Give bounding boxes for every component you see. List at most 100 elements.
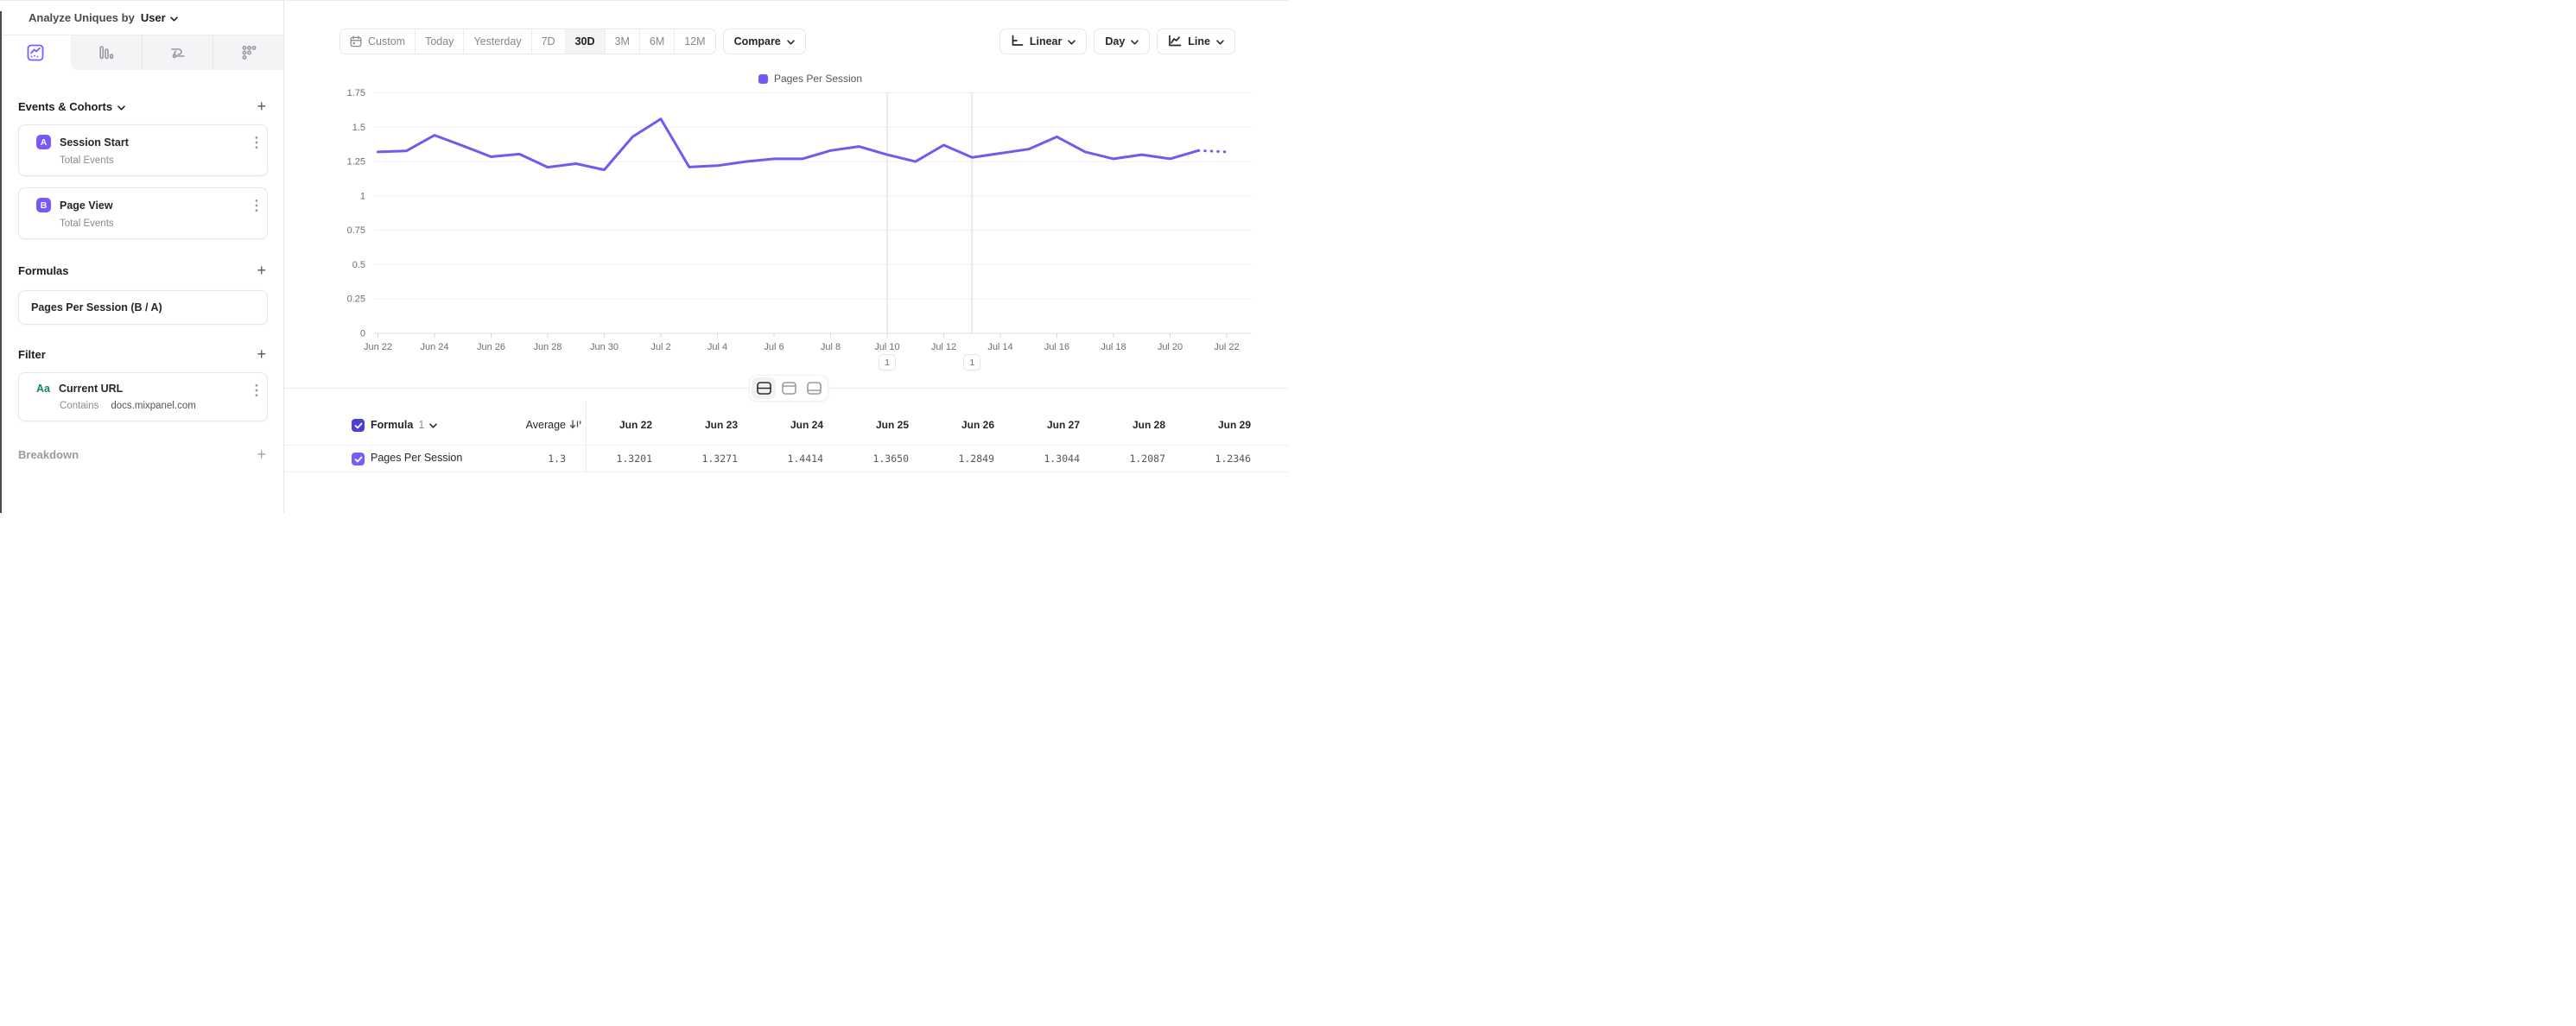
breakdown-title: Breakdown: [18, 448, 79, 461]
range-12m[interactable]: 12M: [674, 29, 714, 54]
event-card[interactable]: BPage ViewTotal Events: [18, 187, 268, 239]
average-column-header: Average: [445, 419, 566, 431]
svg-text:Jul 6: Jul 6: [764, 342, 784, 352]
range-custom[interactable]: Custom: [340, 29, 415, 54]
chart-toolbar: CustomTodayYesterday7D30D3M6M12M Compare…: [339, 28, 1235, 54]
svg-text:0: 0: [360, 329, 365, 339]
event-cards: ASession StartTotal EventsBPage ViewTota…: [18, 124, 268, 239]
date-column-header: Jun 29: [1165, 419, 1251, 431]
chart-canvas[interactable]: 00.250.50.7511.251.51.75Jun 22Jun 24Jun …: [284, 54, 1288, 388]
tab-flows[interactable]: [142, 35, 213, 70]
sidebar-body: Events & Cohorts + ASession StartTotal E…: [0, 98, 283, 462]
date-column-headers: Jun 22Jun 23Jun 24Jun 25Jun 26Jun 27Jun …: [567, 419, 1251, 431]
kebab-icon[interactable]: [255, 136, 258, 154]
compare-button[interactable]: Compare: [723, 28, 806, 54]
date-column-header: Jun 24: [738, 419, 823, 431]
add-event-button[interactable]: +: [255, 98, 268, 114]
kebab-icon[interactable]: [255, 199, 258, 217]
svg-text:Jun 22: Jun 22: [364, 342, 392, 352]
kebab-icon[interactable]: [255, 383, 258, 402]
svg-text:Jul 12: Jul 12: [931, 342, 956, 352]
chevron-down-icon: [170, 11, 178, 24]
date-column-values: 1.32011.32711.44141.36501.28491.30441.20…: [567, 453, 1251, 465]
tab-bar-chart[interactable]: [71, 35, 142, 70]
filter-property-name: Current URL: [59, 383, 123, 395]
range-30d[interactable]: 30D: [565, 29, 605, 54]
annotation-badge[interactable]: 1: [963, 354, 980, 370]
filter-cards: Aa Current URLContainsdocs.mixpanel.com: [18, 372, 268, 421]
annotation-badge[interactable]: 1: [879, 354, 896, 370]
svg-text:Jul 14: Jul 14: [987, 342, 1012, 352]
formulas-title: Formulas: [18, 264, 69, 277]
svg-text:Jul 18: Jul 18: [1101, 342, 1126, 352]
line-chart: Pages Per Session 00.250.50.7511.251.51.…: [284, 54, 1288, 388]
scale-button[interactable]: Linear: [999, 28, 1088, 54]
table-header-row: Formula 1 Average Jun 22Jun 23Jun 24Jun …: [284, 406, 1288, 446]
layout-chart-button[interactable]: [777, 377, 801, 399]
event-name: Session Start: [60, 136, 129, 149]
analyze-by-selector[interactable]: User: [141, 11, 178, 24]
events-cohorts-header: Events & Cohorts +: [18, 98, 268, 114]
linear-axis-icon: [1011, 35, 1024, 49]
event-card[interactable]: A Session StartTotal Events: [18, 124, 268, 176]
tab-retention-grid[interactable]: [213, 35, 283, 70]
events-cohorts-title[interactable]: Events & Cohorts: [18, 100, 125, 113]
date-column-header: Jun 22: [567, 419, 652, 431]
select-all-checkbox[interactable]: [352, 419, 365, 432]
table-column-divider: [586, 401, 587, 472]
svg-text:Jul 2: Jul 2: [650, 342, 670, 352]
filter-card[interactable]: Aa Current URLContainsdocs.mixpanel.com: [18, 372, 268, 421]
chevron-down-icon: [1216, 35, 1224, 48]
calendar-icon: [350, 35, 362, 48]
svg-text:Jul 22: Jul 22: [1214, 342, 1239, 352]
cell-value: 1.4414: [738, 453, 823, 465]
series-name: Pages Per Session: [371, 452, 462, 464]
granularity-button[interactable]: Day: [1094, 28, 1150, 54]
add-formula-button[interactable]: +: [255, 263, 268, 278]
report-type-tabs: [0, 35, 283, 70]
date-column-header: Jun 27: [994, 419, 1080, 431]
row-checkbox[interactable]: [352, 453, 365, 466]
filter-condition[interactable]: Containsdocs.mixpanel.com: [19, 395, 267, 421]
results-table: Formula 1 Average Jun 22Jun 23Jun 24Jun …: [284, 389, 1288, 513]
range-7d[interactable]: 7D: [531, 29, 565, 54]
filter-header: Filter +: [18, 346, 268, 362]
layout-chart-icon: [782, 382, 796, 395]
date-column-header: Jun 23: [652, 419, 738, 431]
svg-text:Jun 26: Jun 26: [477, 342, 505, 352]
range-yesterday[interactable]: Yesterday: [463, 29, 530, 54]
query-builder-sidebar: Analyze Uniques by User Events & Cohorts…: [0, 1, 284, 513]
analyze-by-label: Analyze Uniques by: [29, 11, 135, 24]
range-6m[interactable]: 6M: [639, 29, 674, 54]
line-chart-icon: [1168, 35, 1182, 49]
svg-text:1.5: 1.5: [352, 123, 365, 133]
formula-card[interactable]: Pages Per Session (B / A): [18, 290, 268, 325]
property-type-icon: Aa: [36, 383, 50, 395]
tab-group-rest: [71, 35, 283, 70]
analyze-by-value: User: [141, 11, 166, 24]
series-line: [1198, 150, 1227, 152]
cell-value: 1.3650: [823, 453, 909, 465]
chevron-down-icon: [429, 419, 437, 431]
layout-toggle: [749, 375, 828, 402]
event-metric[interactable]: Total Events: [19, 212, 267, 238]
formula-group-selector[interactable]: Formula 1: [371, 419, 437, 431]
range-3m[interactable]: 3M: [605, 29, 639, 54]
chevron-down-icon: [787, 35, 795, 48]
tab-insights[interactable]: [0, 35, 71, 70]
event-name: Page View: [60, 200, 113, 212]
event-metric[interactable]: Total Events: [19, 149, 267, 175]
svg-text:0.5: 0.5: [352, 260, 365, 270]
series-line: [378, 119, 1199, 170]
chevron-down-icon: [1068, 35, 1075, 48]
date-column-header: Jun 25: [823, 419, 909, 431]
range-today[interactable]: Today: [415, 29, 463, 54]
add-filter-button[interactable]: +: [255, 346, 268, 362]
layout-table-button[interactable]: [802, 377, 826, 399]
add-breakdown-button[interactable]: +: [255, 446, 268, 462]
layout-split-button[interactable]: [752, 377, 776, 399]
event-letter-badge: A: [36, 135, 51, 149]
chart-type-button[interactable]: Line: [1157, 28, 1235, 54]
svg-text:0.75: 0.75: [347, 225, 365, 236]
svg-text:Jun 28: Jun 28: [533, 342, 562, 352]
